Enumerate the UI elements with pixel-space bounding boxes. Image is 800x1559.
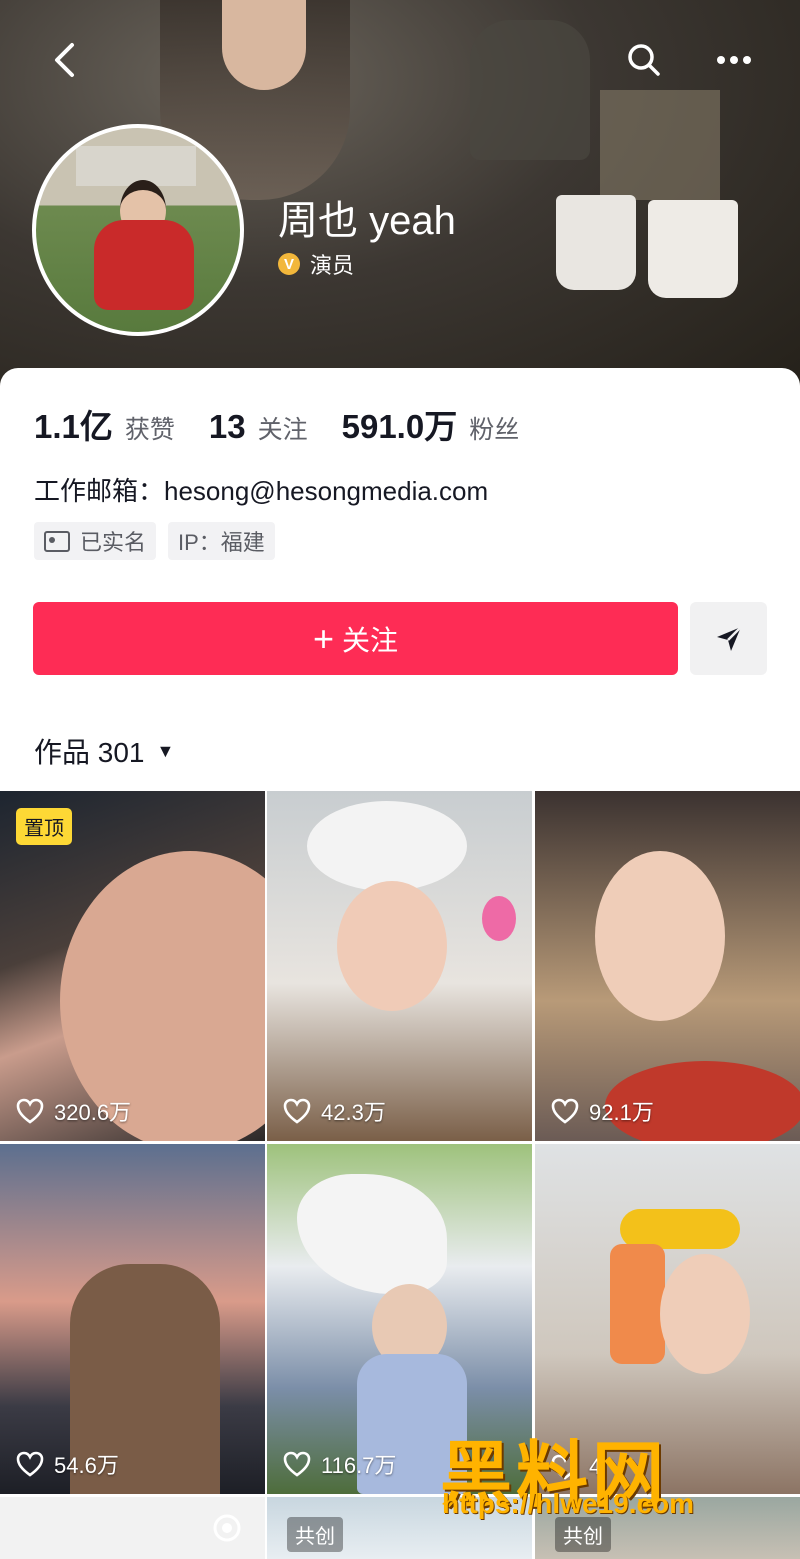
like-count-text: 42.3万 [321,1100,386,1125]
like-count: 320.6万 [16,1095,131,1127]
work-email[interactable]: 工作邮箱：hesong@hesongmedia.com [34,471,488,508]
header-photo-books [600,90,720,200]
back-icon [55,43,74,77]
followers-label: 粉丝 [469,416,520,444]
heart-icon [16,1098,44,1124]
like-count: 42.3万 [283,1095,386,1127]
likes-count: 1.1亿 [34,408,113,445]
stat-likes[interactable]: 1.1亿 获赞 [34,400,175,448]
share-icon [716,625,742,651]
watermark: 黑料网 https://hlwe19.com [440,1416,800,1526]
thumb-hat [620,1209,740,1249]
search-button[interactable] [622,38,666,82]
follow-button[interactable]: + 关注 [33,602,678,675]
stat-following[interactable]: 13 关注 [209,408,308,446]
thumb-face [660,1254,750,1374]
follow-label: 关注 [342,624,399,656]
profile-tags: 已实名 IP：福建 [34,522,287,560]
heart-icon [283,1098,311,1124]
like-count-text: 54.6万 [54,1453,119,1478]
video-thumbnail[interactable]: 54.6万 [0,1144,265,1494]
header-photo-mug [556,195,636,290]
pinned-badge: 置顶 [16,808,72,845]
followers-count: 591.0万 [341,408,458,445]
video-thumbnail[interactable]: 92.1万 [535,791,800,1141]
stat-followers[interactable]: 591.0万 粉丝 [342,400,520,448]
watermark-url: https://hlwe19.com [442,1488,695,1519]
like-count-text: 320.6万 [54,1100,132,1125]
thumb-chef-hat [307,801,467,891]
like-count-text: 92.1万 [589,1100,654,1125]
thumb-spoon [482,896,516,941]
plus-icon: + [312,617,334,659]
thumb-face [595,851,725,1021]
search-icon [628,44,660,76]
chevron-down-icon: ▼ [156,740,175,761]
profile-name: 周也 yeah [278,199,456,243]
tag-ip: IP：福建 [168,522,275,560]
likes-label: 获赞 [124,416,175,444]
badge-label: 演员 [310,253,355,278]
like-count: 54.6万 [16,1448,119,1480]
thumb-flag [297,1174,447,1294]
following-count: 13 [208,408,246,445]
cocreate-badge: 共创 [287,1517,343,1552]
back-button[interactable] [42,38,86,82]
header-photo-mug [648,200,738,298]
more-button[interactable] [712,38,756,82]
camera-icon [213,1514,241,1542]
more-icon [717,56,751,64]
avatar[interactable] [32,124,244,336]
video-thumbnail[interactable]: 置顶 320.6万 [0,791,265,1141]
tag-ip-label: IP：福建 [178,530,265,555]
like-count: 116.7万 [283,1448,396,1480]
heart-icon [551,1098,579,1124]
header-photo-face [222,0,306,90]
works-tab[interactable]: 作品 301 ▼ [34,731,174,771]
thumb-face [337,881,447,1011]
heart-icon [283,1451,311,1477]
header-photo-background-figure [470,20,590,160]
video-thumbnail[interactable]: 42.3万 [267,791,532,1141]
verified-icon: V [278,253,300,275]
following-label: 关注 [257,416,308,444]
tag-verified[interactable]: 已实名 [34,522,157,560]
video-thumbnail[interactable] [0,1497,265,1559]
share-button[interactable] [690,602,767,675]
verified-badge: V 演员 [278,248,354,280]
works-label: 作品 301 [34,737,145,768]
id-card-icon [44,530,70,552]
tag-verified-label: 已实名 [80,530,147,555]
heart-icon [16,1451,44,1477]
avatar-building [76,146,196,186]
avatar-child-body [94,220,194,310]
thumb-phone [610,1244,665,1364]
like-count-text: 116.7万 [321,1453,397,1478]
profile-stats: 1.1亿 获赞 13 关注 591.0万 粉丝 [34,400,553,448]
like-count: 92.1万 [551,1095,654,1127]
